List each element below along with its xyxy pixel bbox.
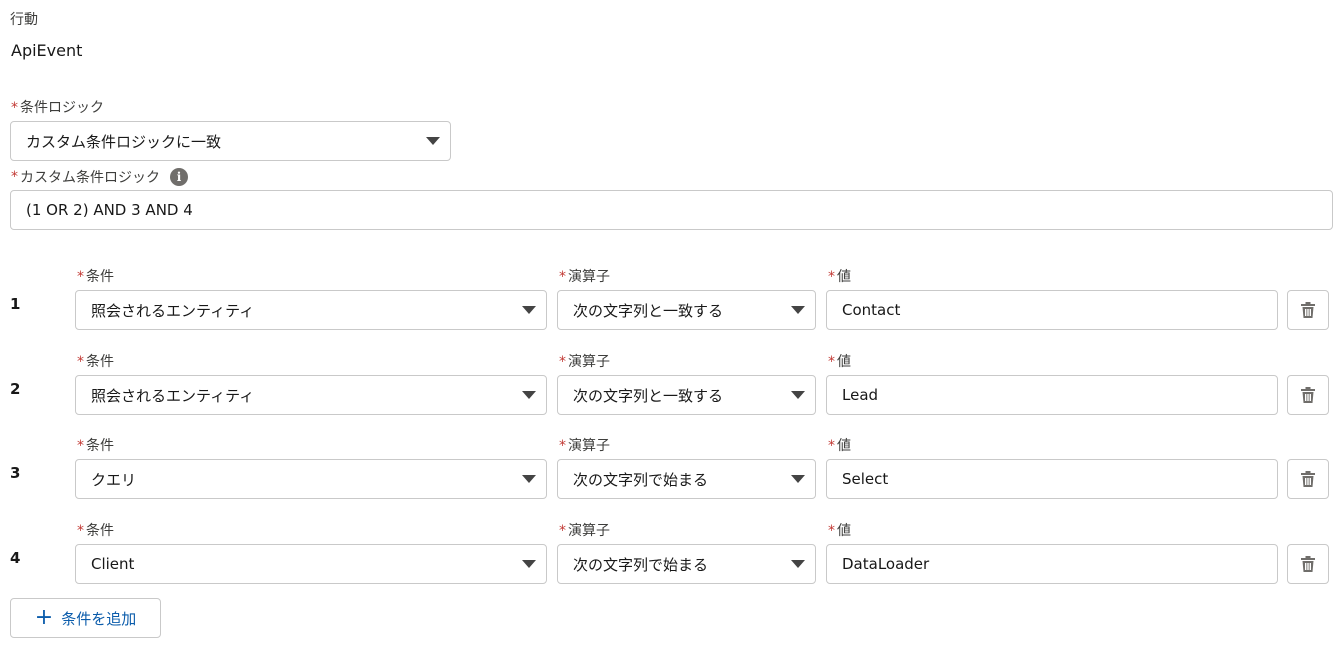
trash-icon	[1301, 387, 1315, 403]
delete-condition-button[interactable]	[1287, 544, 1329, 584]
field-label: * 条件	[77, 354, 114, 370]
value-input[interactable]: Lead	[826, 375, 1278, 415]
condition-number: 3	[10, 464, 21, 482]
value-input[interactable]: Select	[826, 459, 1278, 499]
logic-label: * 条件ロジック	[11, 100, 104, 116]
operator-label: * 演算子	[559, 523, 610, 539]
chevron-down-icon	[522, 475, 536, 483]
field-selected-value: クエリ	[91, 470, 137, 489]
trash-icon	[1301, 556, 1315, 572]
chevron-down-icon	[522, 391, 536, 399]
add-condition-label: 条件を追加	[61, 609, 137, 628]
condition-number: 2	[10, 380, 21, 398]
trash-icon	[1301, 471, 1315, 487]
info-icon[interactable]: i	[170, 168, 188, 186]
field-selected-value: 照会されるエンティティ	[91, 301, 255, 320]
operator-select[interactable]: 次の文字列と一致する	[557, 375, 816, 415]
custom-logic-input[interactable]: (1 OR 2) AND 3 AND 4	[10, 190, 1333, 230]
add-condition-button[interactable]: + 条件を追加	[10, 598, 161, 638]
field-select[interactable]: Client	[75, 544, 547, 584]
chevron-down-icon	[522, 306, 536, 314]
chevron-down-icon	[791, 391, 805, 399]
condition-number: 1	[10, 295, 21, 313]
condition-number: 4	[10, 549, 21, 567]
operator-selected-value: 次の文字列と一致する	[573, 301, 724, 320]
field-label: * 条件	[77, 269, 114, 285]
field-select[interactable]: クエリ	[75, 459, 547, 499]
operator-select[interactable]: 次の文字列で始まる	[557, 544, 816, 584]
value-input[interactable]: DataLoader	[826, 544, 1278, 584]
operator-selected-value: 次の文字列で始まる	[573, 470, 709, 489]
operator-label: * 演算子	[559, 269, 610, 285]
logic-selected-value: カスタム条件ロジックに一致	[26, 132, 222, 151]
value-label: * 値	[828, 354, 851, 370]
operator-select[interactable]: 次の文字列で始まる	[557, 459, 816, 499]
field-selected-value: Client	[91, 555, 135, 573]
event-value: ApiEvent	[11, 41, 83, 60]
field-label: * 条件	[77, 438, 114, 454]
plus-icon: +	[34, 605, 54, 630]
delete-condition-button[interactable]	[1287, 290, 1329, 330]
field-select[interactable]: 照会されるエンティティ	[75, 375, 547, 415]
chevron-down-icon	[791, 306, 805, 314]
delete-condition-button[interactable]	[1287, 459, 1329, 499]
value-input[interactable]: Contact	[826, 290, 1278, 330]
value-label: * 値	[828, 438, 851, 454]
field-selected-value: 照会されるエンティティ	[91, 386, 255, 405]
operator-selected-value: 次の文字列と一致する	[573, 386, 724, 405]
operator-label: * 演算子	[559, 354, 610, 370]
event-label: 行動	[10, 12, 38, 28]
value-label: * 値	[828, 269, 851, 285]
value-label: * 値	[828, 523, 851, 539]
chevron-down-icon	[522, 560, 536, 568]
custom-logic-label: * カスタム条件ロジック i	[11, 167, 188, 187]
chevron-down-icon	[791, 560, 805, 568]
delete-condition-button[interactable]	[1287, 375, 1329, 415]
operator-selected-value: 次の文字列で始まる	[573, 555, 709, 574]
chevron-down-icon	[791, 475, 805, 483]
field-select[interactable]: 照会されるエンティティ	[75, 290, 547, 330]
chevron-down-icon	[426, 137, 440, 145]
operator-select[interactable]: 次の文字列と一致する	[557, 290, 816, 330]
operator-label: * 演算子	[559, 438, 610, 454]
logic-select[interactable]: カスタム条件ロジックに一致	[10, 121, 451, 161]
field-label: * 条件	[77, 523, 114, 539]
trash-icon	[1301, 302, 1315, 318]
